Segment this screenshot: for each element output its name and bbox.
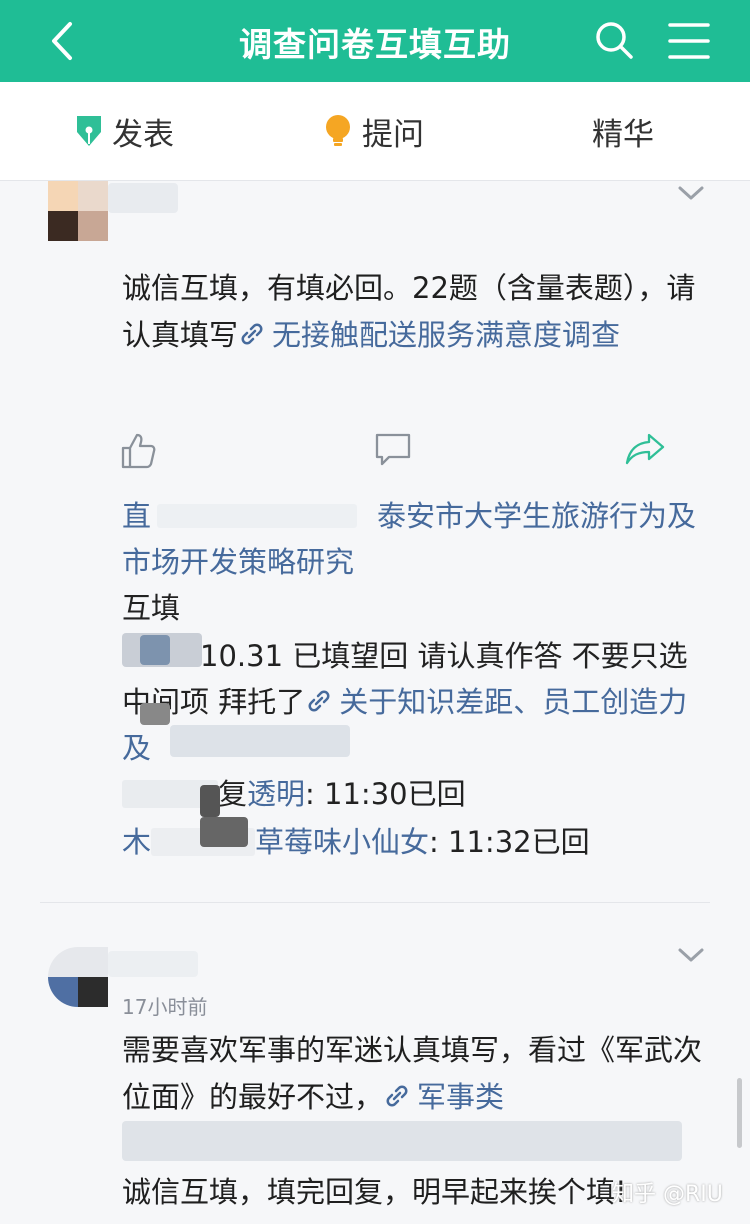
reply-message: : 11:32已回 — [429, 825, 590, 859]
reply-username[interactable]: 透明 — [247, 777, 305, 811]
publish-button[interactable]: 发表 — [72, 111, 174, 153]
top-app-bar: 调查问卷互填互助 — [0, 0, 750, 82]
reply-user-initial: 木 — [122, 825, 152, 859]
divider — [40, 902, 710, 903]
blurred-pixel — [140, 703, 170, 725]
post-text: 需要喜欢军事的军迷认真填写，看过《军武次位面》的最好不过， — [122, 1033, 703, 1114]
watermark: 知乎 @RIU — [612, 1182, 723, 1207]
avatar[interactable] — [48, 181, 108, 241]
reply-item: 直泰安市大学生旅游行为及市场开发策略研究 互填 — [122, 493, 712, 631]
featured-label: 精华 — [592, 116, 654, 153]
blurred-username — [108, 183, 178, 213]
featured-tab[interactable]: 精华 — [592, 111, 654, 153]
blurred-username — [108, 951, 198, 977]
feed: 诚信互填，有填必回。22题（含量表题），请认真填写 无接触配送服务满意度调查 直泰… — [0, 181, 750, 1224]
blurred-pixel — [200, 785, 220, 817]
link-icon — [386, 1085, 408, 1107]
reply-user-initial: 直 — [122, 499, 152, 533]
reply-username[interactable]: 草莓味小仙女 — [255, 825, 429, 859]
post-body: 诚信互填，有填必回。22题（含量表题），请认真填写 无接触配送服务满意度调查 — [122, 265, 702, 359]
blurred-text — [157, 504, 358, 528]
sub-navigation: 发表 提问 精华 — [0, 82, 750, 181]
comment-icon[interactable] — [374, 431, 412, 469]
search-icon[interactable] — [590, 16, 640, 66]
blurred-text — [122, 1121, 682, 1161]
link-icon — [241, 323, 263, 345]
survey-link[interactable]: 军事类 — [417, 1080, 504, 1114]
link-icon — [308, 690, 330, 712]
post-time: 17小时前 — [122, 995, 208, 1019]
menu-icon[interactable] — [664, 16, 714, 66]
ask-button[interactable]: 提问 — [322, 111, 424, 153]
scrollbar[interactable] — [737, 1078, 742, 1148]
share-icon[interactable] — [624, 431, 666, 467]
publish-label: 发表 — [112, 116, 174, 153]
post-text: 诚信互填，填完回复，明早起来挨个填! — [122, 1175, 627, 1209]
reply-message: : 11:30已回 — [305, 777, 466, 811]
chevron-down-icon[interactable] — [676, 183, 706, 203]
ask-label: 提问 — [362, 116, 424, 153]
survey-link[interactable]: 无接触配送服务满意度调查 — [272, 318, 620, 352]
thumbs-up-icon[interactable] — [120, 431, 156, 471]
pen-nib-icon — [77, 116, 101, 146]
chevron-down-icon[interactable] — [676, 945, 706, 965]
lightbulb-icon — [326, 115, 350, 146]
blurred-text — [170, 725, 350, 757]
post-actions — [0, 431, 750, 481]
avatar[interactable] — [48, 947, 108, 1007]
blurred-pixel — [200, 817, 248, 847]
reply-verb: 复 — [218, 777, 248, 811]
reply-text: 互填 — [122, 591, 181, 625]
